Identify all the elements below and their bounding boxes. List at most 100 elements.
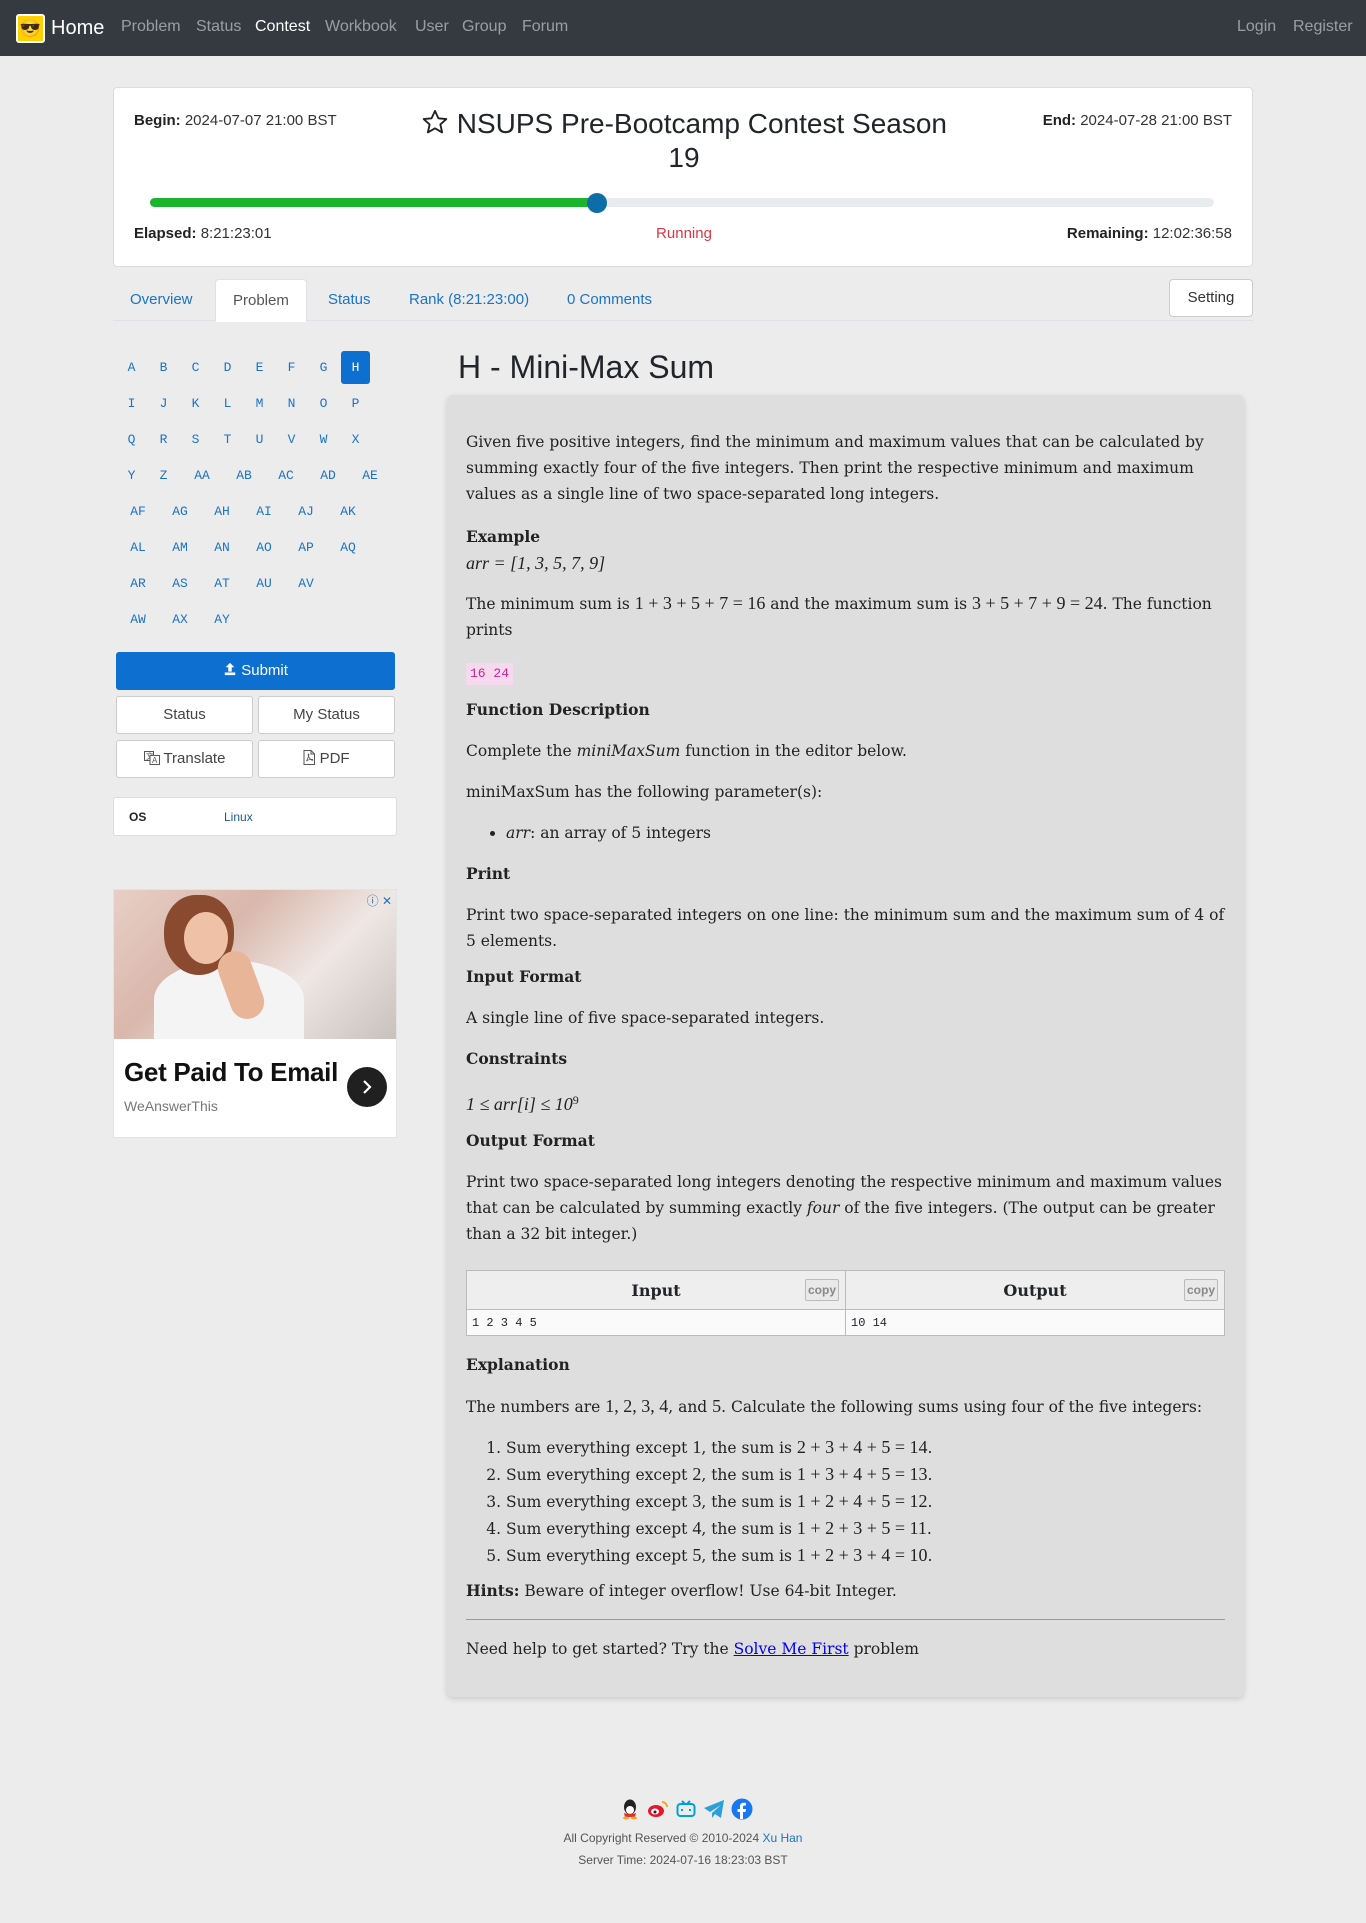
problem-index-ax[interactable]: AX bbox=[159, 603, 201, 636]
output-four: four bbox=[806, 1199, 840, 1217]
problem-index-aw[interactable]: AW bbox=[117, 603, 159, 636]
facebook-icon[interactable] bbox=[730, 1797, 754, 1821]
tab-problem[interactable]: Problem bbox=[215, 279, 307, 322]
problem-index-a[interactable]: A bbox=[117, 351, 146, 384]
problem-index-ae[interactable]: AE bbox=[349, 459, 391, 492]
problem-index-af[interactable]: AF bbox=[117, 495, 159, 528]
problem-index-q[interactable]: Q bbox=[117, 423, 146, 456]
problem-index-am[interactable]: AM bbox=[159, 531, 201, 564]
setting-button[interactable]: Setting bbox=[1169, 279, 1253, 317]
problem-index-w[interactable]: W bbox=[309, 423, 338, 456]
problem-index-t[interactable]: T bbox=[213, 423, 242, 456]
problem-index-ai[interactable]: AI bbox=[243, 495, 285, 528]
copyright: All Copyright Reserved © 2010-2024 Xu Ha… bbox=[383, 1831, 983, 1845]
problem-index-c[interactable]: C bbox=[181, 351, 210, 384]
problem-title: H - Mini-Max Sum bbox=[458, 349, 715, 385]
problem-index-aa[interactable]: AA bbox=[181, 459, 223, 492]
qq-icon[interactable] bbox=[618, 1797, 642, 1821]
problem-index-h[interactable]: H bbox=[341, 351, 370, 384]
problem-index-an[interactable]: AN bbox=[201, 531, 243, 564]
problem-index-al[interactable]: AL bbox=[117, 531, 159, 564]
nav-contest[interactable]: Contest bbox=[255, 18, 310, 36]
problem-index-ac[interactable]: AC bbox=[265, 459, 307, 492]
sample-output-header: Output copy bbox=[845, 1270, 1225, 1310]
problem-index-y[interactable]: Y bbox=[117, 459, 146, 492]
copy-input-button[interactable]: copy bbox=[805, 1279, 839, 1301]
status-button[interactable]: Status bbox=[116, 696, 253, 734]
translate-button[interactable]: 文A Translate bbox=[116, 740, 253, 778]
problem-index-o[interactable]: O bbox=[309, 387, 338, 420]
problem-index-ad[interactable]: AD bbox=[307, 459, 349, 492]
weibo-icon[interactable] bbox=[646, 1797, 670, 1821]
solve-me-first-link[interactable]: Solve Me First bbox=[734, 1640, 849, 1658]
problem-index-ay[interactable]: AY bbox=[201, 603, 243, 636]
problem-index-n[interactable]: N bbox=[277, 387, 306, 420]
problem-index-ak[interactable]: AK bbox=[327, 495, 369, 528]
problem-index-ag[interactable]: AG bbox=[159, 495, 201, 528]
problem-index-au[interactable]: AU bbox=[243, 567, 285, 600]
nav-group[interactable]: Group bbox=[462, 18, 506, 36]
nav-forum[interactable]: Forum bbox=[522, 18, 568, 36]
bilibili-icon[interactable] bbox=[674, 1797, 698, 1821]
problem-index-aq[interactable]: AQ bbox=[327, 531, 369, 564]
problem-index-as[interactable]: AS bbox=[159, 567, 201, 600]
problem-index-ah[interactable]: AH bbox=[201, 495, 243, 528]
contest-progress-thumb[interactable] bbox=[586, 193, 607, 213]
problem-index-d[interactable]: D bbox=[213, 351, 242, 384]
nav-problem[interactable]: Problem bbox=[121, 18, 181, 36]
copy-output-button[interactable]: copy bbox=[1184, 1279, 1218, 1301]
pdf-button[interactable]: PDF bbox=[258, 740, 395, 778]
expl-five: 5 bbox=[712, 1396, 722, 1416]
tab-status[interactable]: Status bbox=[311, 279, 388, 321]
problem-index-r[interactable]: R bbox=[149, 423, 178, 456]
star-icon[interactable] bbox=[421, 108, 449, 142]
ad-choices-icon[interactable]: ⓘ ✕ bbox=[367, 892, 392, 909]
problem-index-ar[interactable]: AR bbox=[117, 567, 159, 600]
problem-index-x[interactable]: X bbox=[341, 423, 370, 456]
telegram-icon[interactable] bbox=[702, 1797, 726, 1821]
contest-title-text: NSUPS Pre-Bootcamp Contest Season 19 bbox=[456, 108, 947, 173]
problem-index-b[interactable]: B bbox=[149, 351, 178, 384]
problem-index-v[interactable]: V bbox=[277, 423, 306, 456]
chevron-right-icon[interactable] bbox=[347, 1067, 387, 1107]
problem-index-e[interactable]: E bbox=[245, 351, 274, 384]
problem-index-f[interactable]: F bbox=[277, 351, 306, 384]
explanation-steps: Sum everything except 1, the sum is 2 + … bbox=[466, 1434, 1225, 1569]
problem-index-ap[interactable]: AP bbox=[285, 531, 327, 564]
problem-index-z[interactable]: Z bbox=[149, 459, 178, 492]
problem-index-l[interactable]: L bbox=[213, 387, 242, 420]
problem-index-aj[interactable]: AJ bbox=[285, 495, 327, 528]
problem-index-ao[interactable]: AO bbox=[243, 531, 285, 564]
nav-user[interactable]: User bbox=[415, 18, 449, 36]
contest-progress-track[interactable] bbox=[150, 193, 1214, 213]
my-status-button[interactable]: My Status bbox=[258, 696, 395, 734]
nav-login[interactable]: Login bbox=[1237, 18, 1276, 36]
tab-overview[interactable]: Overview bbox=[113, 279, 210, 321]
begin-value: 2024-07-07 21:00 BST bbox=[184, 112, 337, 129]
nav-workbook[interactable]: Workbook bbox=[325, 18, 397, 36]
example-array: arr = [1, 3, 5, 7, 9] bbox=[466, 553, 606, 573]
problem-index-p[interactable]: P bbox=[341, 387, 370, 420]
problem-index-m[interactable]: M bbox=[245, 387, 274, 420]
problem-index-i[interactable]: I bbox=[117, 387, 146, 420]
problem-index-j[interactable]: J bbox=[149, 387, 178, 420]
problem-index-at[interactable]: AT bbox=[201, 567, 243, 600]
problem-index-s[interactable]: S bbox=[181, 423, 210, 456]
brand-home-link[interactable]: 😎 Home bbox=[16, 14, 104, 43]
nav-status[interactable]: Status bbox=[196, 18, 241, 36]
advertisement[interactable]: ⓘ ✕ Get Paid To Email WeAnswerThis bbox=[113, 889, 397, 1138]
tab-comments[interactable]: 0 Comments bbox=[550, 279, 669, 321]
problem-index-ab[interactable]: AB bbox=[223, 459, 265, 492]
problem-index-k[interactable]: K bbox=[181, 387, 210, 420]
fd-text-1: Complete the bbox=[466, 742, 577, 760]
problem-index-u[interactable]: U bbox=[245, 423, 274, 456]
nav-register[interactable]: Register bbox=[1293, 18, 1353, 36]
submit-button[interactable]: Submit bbox=[116, 652, 395, 690]
svg-text:A: A bbox=[152, 756, 158, 765]
author-link[interactable]: Xu Han bbox=[762, 1831, 802, 1845]
elapsed-value: 8:21:23:01 bbox=[200, 225, 272, 242]
problem-index-g[interactable]: G bbox=[309, 351, 338, 384]
divider bbox=[466, 1619, 1225, 1620]
tab-rank[interactable]: Rank (8:21:23:00) bbox=[392, 279, 546, 321]
problem-index-av[interactable]: AV bbox=[285, 567, 327, 600]
